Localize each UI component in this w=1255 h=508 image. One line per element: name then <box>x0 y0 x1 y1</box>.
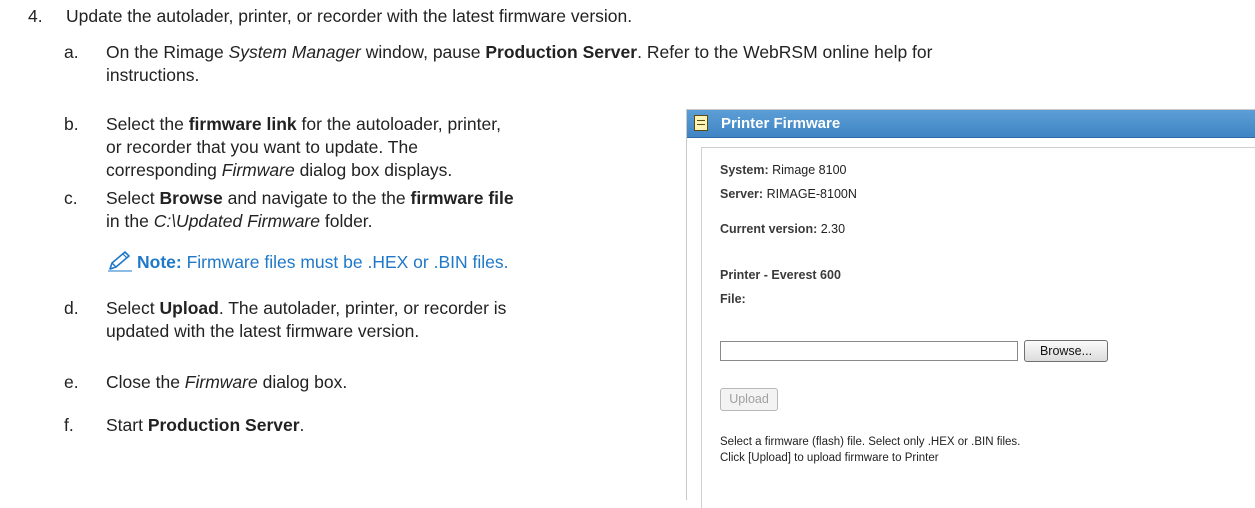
device-label: Printer - Everest 600 <box>720 268 841 282</box>
substep-text: Close the Firmware dialog box. <box>106 372 348 392</box>
dialog-header: Printer Firmware <box>687 110 1255 138</box>
substep-text: Start Production Server. <box>106 415 305 435</box>
help-line-1: Select a firmware (flash) file. Select o… <box>720 436 1021 448</box>
note-label: Note: <box>137 252 182 272</box>
note-text: Firmware files must be .HEX or .BIN file… <box>181 252 509 272</box>
dialog-title: Printer Firmware <box>721 115 841 132</box>
step-text: Update the autolader, printer, or record… <box>66 6 633 26</box>
step-4: 4. Update the autolader, printer, or reco… <box>28 6 632 27</box>
system-label: System: <box>720 163 769 177</box>
upload-button[interactable]: Upload <box>720 388 778 411</box>
help-line-2: Click [Upload] to upload firmware to Pri… <box>720 452 939 464</box>
system-row: System: Rimage 8100 <box>720 163 846 177</box>
file-label: File: <box>720 292 746 306</box>
substep-letter: c. <box>64 188 78 208</box>
system-value: Rimage 8100 <box>772 163 847 177</box>
substep-letter: d. <box>64 298 79 318</box>
document-page: 4. Update the autolader, printer, or reco… <box>0 0 1255 508</box>
substep-letter: a. <box>64 42 79 62</box>
substep-text: Select Upload. The autolader, printer, o… <box>106 298 507 341</box>
substep-letter: f. <box>64 415 74 435</box>
substep-text: Select the firmware link for the autoloa… <box>106 114 501 180</box>
browse-button[interactable]: Browse... <box>1024 340 1108 362</box>
help-text: Select a firmware (flash) file. Select o… <box>720 434 1020 466</box>
version-value: 2.30 <box>820 222 846 236</box>
version-row: Current version: 2.30 <box>720 222 845 236</box>
printer-firmware-dialog: Printer Firmware System: Rimage 8100 Ser… <box>686 109 1255 508</box>
substep-letter: e. <box>64 372 79 392</box>
substep-letter: b. <box>64 114 79 134</box>
pencil-icon <box>108 251 132 272</box>
file-row: File: <box>720 292 746 306</box>
server-row: Server: RIMAGE-8100N <box>720 187 857 201</box>
dialog-body: System: Rimage 8100 Server: RIMAGE-8100N… <box>701 147 1255 508</box>
step-number: 4. <box>28 6 43 26</box>
file-input[interactable] <box>720 341 1018 361</box>
substep-text: Select Browse and navigate to the the fi… <box>106 188 514 231</box>
document-icon <box>694 115 708 131</box>
note: Note: Firmware files must be .HEX or .BI… <box>107 250 508 273</box>
version-label: Current version: <box>720 222 818 236</box>
server-value: RIMAGE-8100N <box>766 187 857 201</box>
substep-text: On the Rimage System Manager window, pau… <box>106 42 933 85</box>
device-row: Printer - Everest 600 <box>720 268 841 282</box>
server-label: Server: <box>720 187 764 201</box>
